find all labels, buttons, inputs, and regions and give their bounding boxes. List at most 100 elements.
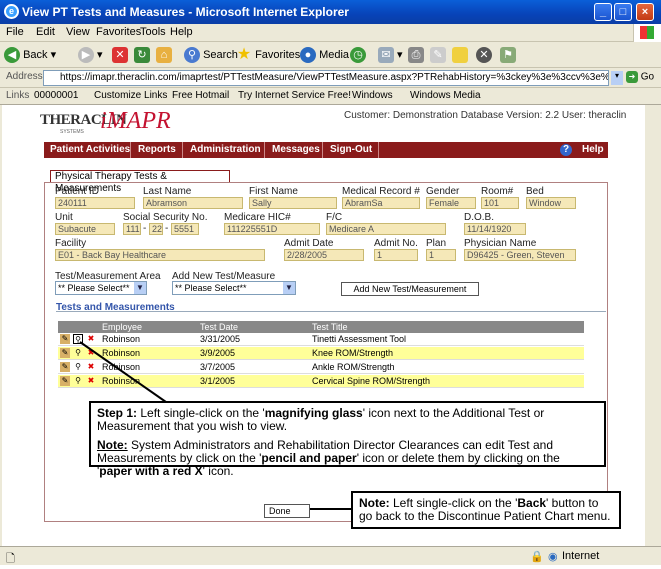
mail-button[interactable]: ✉ ▾ [378,46,403,64]
main-nav: Patient Activities Reports Administratio… [44,142,608,158]
edit-icon: ✎ [430,47,446,64]
last-name-label: Last Name [143,186,192,197]
go-button[interactable]: ➜ Go [626,71,654,83]
bed-label: Bed [526,186,544,197]
nav-reports[interactable]: Reports [138,144,176,155]
forward-arrow-icon: ▶ [78,47,94,64]
pencil-paper-icon[interactable]: ✎ [60,334,70,344]
maximize-button[interactable]: □ [614,3,632,21]
links-bar: Links 00000001 Customize Links Free Hotm… [0,88,661,105]
mail-icon: ✉ [378,47,394,64]
chevron-down-icon: ▼ [283,282,295,294]
row-date: 3/9/2005 [200,348,236,358]
minimize-button[interactable]: _ [594,3,612,21]
add-test-select[interactable]: ** Please Select** ▼ [172,281,296,295]
star-icon: ★ [236,46,252,64]
chevron-down-icon: ▼ [134,282,146,294]
done-button[interactable]: Done [264,504,310,518]
nav-patient-activities[interactable]: Patient Activities [50,144,130,155]
pencil-paper-icon[interactable]: ✎ [60,348,70,358]
section-divider [56,311,606,312]
bed-field: Window [526,197,576,209]
window-title: View PT Tests and Measures - Microsoft I… [22,5,349,19]
refresh-icon: ↻ [134,47,150,64]
admit-no-field: 1 [374,249,418,261]
address-input[interactable]: https://imapr.theraclin.com/imaprtest/PT… [43,70,609,86]
row-title: Tinetti Assessment Tool [312,334,407,344]
menu-edit[interactable]: Edit [36,26,55,38]
row-title: Knee ROM/Strength [312,348,394,358]
edit-button[interactable]: ✎ [430,46,446,64]
menu-help[interactable]: Help [170,26,193,38]
area-select[interactable]: ** Please Select** ▼ [55,281,147,295]
address-dropdown-icon[interactable]: ▾ [611,71,623,85]
first-name-field: Sally [249,197,337,209]
link-free-hotmail[interactable]: Free Hotmail [172,90,229,101]
ssn-dash: - [143,223,147,234]
hic-label: Medicare HIC# [224,212,291,223]
ssn-field-1: 111 [123,223,141,235]
block-button[interactable]: ✕ [476,46,492,64]
messenger-button[interactable]: ⚑ [500,46,516,64]
unit-field: Subacute [55,223,115,235]
table-header: Employee Test Date Test Title [58,321,584,333]
block-icon: ✕ [476,47,492,64]
help-icon[interactable]: ? [560,144,572,156]
menu-tools[interactable]: Tools [140,26,166,38]
status-zone: Internet [562,550,600,562]
print-button[interactable]: ⎙ [408,46,424,64]
stop-button[interactable]: ✕ [112,46,128,64]
facility-field: E01 - Back Bay Healthcare [55,249,265,261]
refresh-button[interactable]: ↻ [134,46,150,64]
col-test-title: Test Title [312,322,348,332]
close-button[interactable]: × [636,3,654,21]
ssn-field-2: 22 [149,223,163,235]
add-new-test-button[interactable]: Add New Test/Measurement [341,282,479,296]
physician-field: D96425 - Green, Steven [464,249,576,261]
menu-file[interactable]: File [6,26,24,38]
search-button[interactable]: ⚲ Search [184,46,238,64]
link-try-internet[interactable]: Try Internet Service Free! [238,90,351,101]
nav-administration[interactable]: Administration [190,144,261,155]
folder-button[interactable] [452,46,468,64]
callout-step1: Step 1: Left single-click on the 'magnif… [89,401,606,478]
fc-field: Medicare A [326,223,446,235]
nav-help[interactable]: Help [582,144,604,155]
stop-icon: ✕ [112,47,128,64]
pencil-paper-icon[interactable]: ✎ [60,376,70,386]
history-icon: ◷ [350,47,366,64]
nav-messages[interactable]: Messages [272,144,320,155]
menu-bar: File Edit View Favorites Tools Help [0,24,661,42]
search-icon: ⚲ [184,47,200,64]
media-button[interactable]: ● Media [300,46,349,64]
ssn-dash: - [165,223,169,234]
col-employee: Employee [102,322,143,332]
ssn-label: Social Security No. [123,212,208,223]
menu-favorites[interactable]: Favorites [96,26,141,38]
link-customize-links[interactable]: Customize Links [94,90,167,101]
callout-back: Note: Left single-click on the 'Back' bu… [351,491,621,529]
home-button[interactable]: ⌂ [156,46,172,64]
history-button[interactable]: ◷ [350,46,366,64]
imapr-logo: iMAPR [100,108,171,134]
menu-view[interactable]: View [66,26,90,38]
patient-id-field: 240111 [55,197,135,209]
favorites-button[interactable]: ★ Favorites [236,46,300,64]
row-title: Cervical Spine ROM/Strength [312,376,431,386]
row-title: Ankle ROM/Strength [312,362,395,372]
back-button[interactable]: ◀ Back ▾ [4,46,56,64]
gender-field: Female [426,197,476,209]
media-icon: ● [300,47,316,64]
links-label: Links [6,90,30,101]
room-field: 101 [481,197,519,209]
back-arrow-icon: ◀ [4,47,20,64]
link-windows-media[interactable]: Windows Media [410,90,481,101]
col-test-date: Test Date [200,322,239,332]
row-date: 3/31/2005 [200,334,241,344]
forward-button[interactable]: ▶ ▾ [78,46,103,64]
nav-sign-out[interactable]: Sign-Out [330,144,372,155]
link-00000001[interactable]: 00000001 [34,90,79,101]
link-windows[interactable]: Windows [352,90,393,101]
ssn-field-3: 5551 [171,223,199,235]
pencil-paper-icon[interactable]: ✎ [60,362,70,372]
